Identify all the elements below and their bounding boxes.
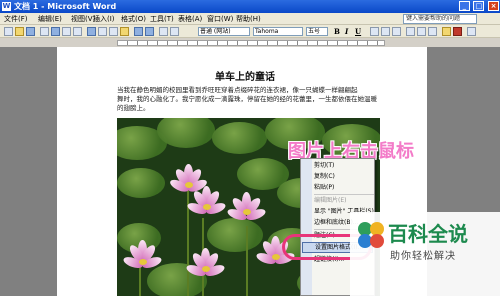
lotus-flower	[226, 192, 267, 223]
context-edit-picture: 编辑图片(E)	[314, 197, 347, 204]
paste-icon[interactable]	[120, 27, 129, 36]
spelling-icon[interactable]	[87, 27, 96, 36]
lotus-flower	[186, 186, 227, 217]
minimize-button[interactable]: _	[458, 1, 470, 11]
word-app-icon[interactable]: W	[2, 2, 11, 11]
font-select[interactable]: Tahoma	[253, 27, 303, 36]
menu-table[interactable]: 表格(A)	[178, 13, 202, 25]
title-bar: W 文档 1 - Microsoft Word _ □ ×	[0, 0, 500, 13]
menu-help[interactable]: 帮助(H)	[236, 13, 261, 25]
standard-formatting-toolbar: 普通 (网站) Tahoma 五号 B I U	[0, 25, 500, 38]
open-folder-icon[interactable]	[15, 27, 24, 36]
font-color-icon[interactable]	[453, 27, 462, 36]
ruler-track[interactable]	[117, 40, 385, 46]
lotus-flower	[122, 240, 163, 271]
menu-format[interactable]: 格式(O)	[121, 13, 146, 25]
print-preview-icon[interactable]	[73, 27, 82, 36]
document-title: 单车上的童话	[215, 72, 275, 83]
redo-icon[interactable]	[145, 27, 154, 36]
window-controls: _ □ ×	[458, 1, 499, 11]
body-line-2: 舞时，我的心融化了。我宁愿化成一滴露珠，停留在她的经的花蕾里，一生都依偎在她温暖	[117, 95, 377, 103]
italic-button[interactable]: I	[345, 26, 348, 37]
underline-button[interactable]: U	[355, 26, 361, 37]
lotus-flower	[185, 248, 226, 279]
permission-icon[interactable]	[40, 27, 49, 36]
menu-file[interactable]: 文件(F)	[4, 13, 28, 25]
print-icon[interactable]	[62, 27, 71, 36]
window-title: 文档 1 - Microsoft Word	[14, 2, 117, 11]
undo-icon[interactable]	[134, 27, 143, 36]
horizontal-ruler	[0, 38, 500, 47]
align-right-icon[interactable]	[392, 27, 401, 36]
columns-icon[interactable]	[170, 27, 179, 36]
context-separator	[314, 194, 374, 195]
table-icon[interactable]	[159, 27, 168, 36]
copy-icon[interactable]	[109, 27, 118, 36]
email-icon[interactable]	[51, 27, 60, 36]
context-paste[interactable]: 粘贴(P)	[314, 183, 334, 192]
bullets-icon[interactable]	[417, 27, 426, 36]
new-document-icon[interactable]	[4, 27, 13, 36]
lily-pad	[212, 122, 267, 154]
context-cut[interactable]: 剪切(T)	[314, 161, 334, 170]
menu-insert[interactable]: 插入(I)	[93, 13, 115, 25]
lily-pad	[117, 168, 165, 198]
highlight-icon[interactable]	[442, 27, 451, 36]
font-size-select[interactable]: 五号	[306, 27, 328, 36]
watermark-subtitle: 助你轻松解决	[390, 251, 456, 262]
cut-icon[interactable]	[98, 27, 107, 36]
lotus-stem	[246, 226, 248, 296]
align-left-icon[interactable]	[370, 27, 379, 36]
menu-tools[interactable]: 工具(T)	[150, 13, 174, 25]
lily-pad	[207, 218, 263, 252]
save-icon[interactable]	[26, 27, 35, 36]
menu-window[interactable]: 窗口(W)	[207, 13, 233, 25]
menu-bar: 文件(F) 编辑(E) 视图(V) 插入(I) 格式(O) 工具(T) 表格(A…	[0, 13, 500, 25]
style-select[interactable]: 普通 (网站)	[198, 27, 250, 36]
align-center-icon[interactable]	[381, 27, 390, 36]
baike-watermark: 百科全说 助你轻松解决	[350, 212, 500, 296]
context-menu-icon-column	[301, 159, 312, 295]
help-question-input[interactable]: 键入需要帮助的问题	[403, 14, 477, 24]
bold-button[interactable]: B	[334, 26, 340, 37]
context-copy[interactable]: 复制(C)	[314, 172, 335, 181]
numbering-icon[interactable]	[406, 27, 415, 36]
toolbar-options-icon[interactable]	[467, 27, 476, 36]
body-line-1: 当我在静色明媚的校园里看到乔旺旺穿着点缀碎花的连衣裙，像一只蝴蝶一样翩翩起	[117, 86, 358, 94]
body-line-3: 的翅膀上。	[117, 104, 150, 112]
maximize-button[interactable]: □	[473, 1, 485, 11]
menu-edit[interactable]: 编辑(E)	[38, 13, 62, 25]
baike-logo-icon	[358, 222, 384, 248]
close-button[interactable]: ×	[488, 1, 499, 11]
indent-icon[interactable]	[428, 27, 437, 36]
watermark-title: 百科全说	[388, 222, 468, 246]
menu-view[interactable]: 视图(V)	[71, 13, 95, 25]
